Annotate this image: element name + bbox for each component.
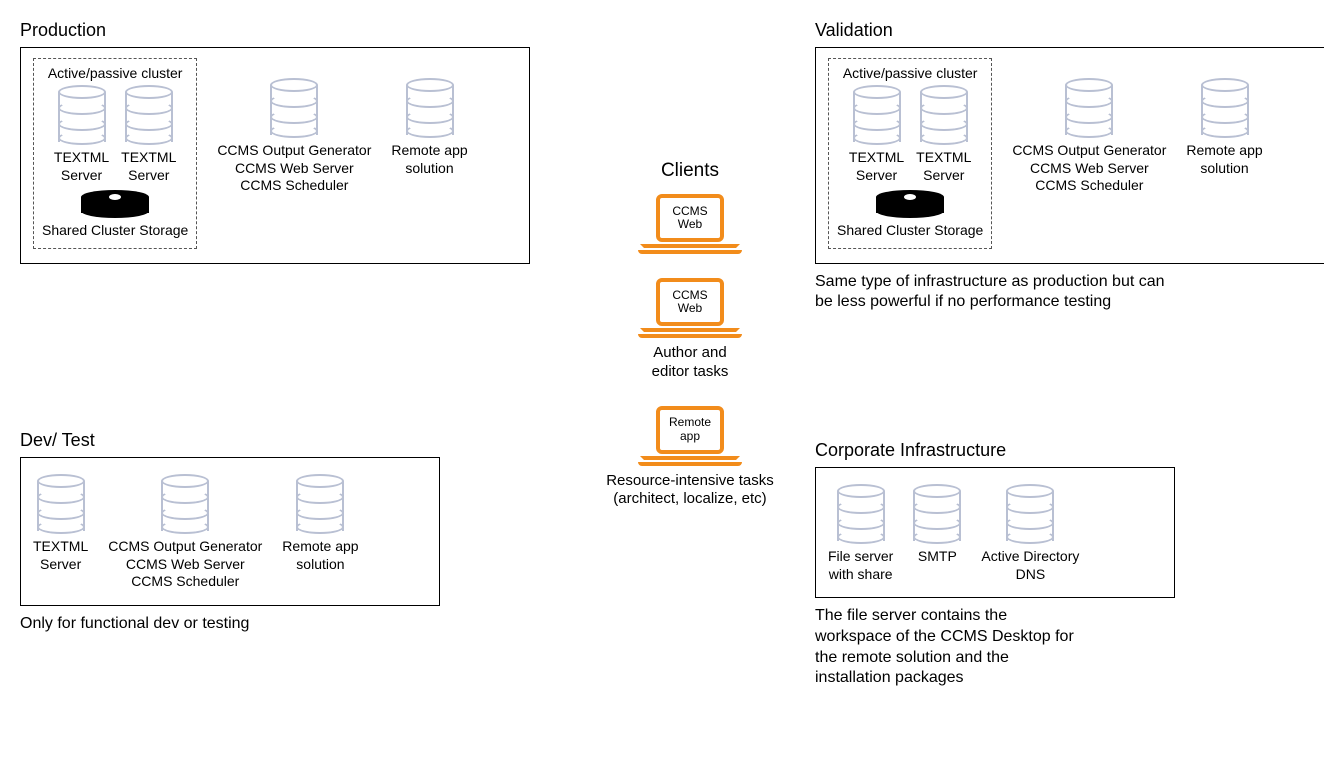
disk-storage-icon <box>81 190 149 218</box>
client-remote-app: Remote app Resource-intensive tasks (arc… <box>580 406 800 510</box>
production-section: Production Active/passive cluster TEXTML… <box>20 20 530 264</box>
production-shared-storage-label: Shared Cluster Storage <box>42 222 188 240</box>
devtest-box: TEXTML Server CCMS Output Generator CCMS… <box>20 457 440 606</box>
production-ccms-label: CCMS Output Generator CCMS Web Server CC… <box>217 142 371 195</box>
production-textml-1: TEXTML Server <box>54 85 109 184</box>
devtest-remote-app: Remote app solution <box>282 474 358 573</box>
validation-ccms-stack: CCMS Output Generator CCMS Web Server CC… <box>1012 78 1166 195</box>
validation-cluster-title: Active/passive cluster <box>837 65 983 81</box>
database-icon <box>1065 78 1113 138</box>
corporate-file-server-label: File server with share <box>828 548 893 583</box>
validation-box: Active/passive cluster TEXTML Server TEX… <box>815 47 1324 264</box>
production-box: Active/passive cluster TEXTML Server TEX… <box>20 47 530 264</box>
database-icon <box>853 85 901 145</box>
validation-caption: Same type of infrastructure as productio… <box>815 272 1324 314</box>
client-ccms-web-2-label: CCMS Web <box>656 278 724 326</box>
database-icon <box>1006 484 1054 544</box>
devtest-title: Dev/ Test <box>20 430 440 451</box>
database-icon <box>270 78 318 138</box>
devtest-ccms-stack: CCMS Output Generator CCMS Web Server CC… <box>108 474 262 591</box>
devtest-caption: Only for functional dev or testing <box>20 614 440 635</box>
corporate-ad-dns: Active Directory DNS <box>981 484 1079 583</box>
production-ccms-stack: CCMS Output Generator CCMS Web Server CC… <box>217 78 371 195</box>
validation-remote-app-label: Remote app solution <box>1186 142 1262 177</box>
corporate-caption: The file server contains the workspace o… <box>815 606 1175 689</box>
client-ccms-web-1-label: CCMS Web <box>656 194 724 242</box>
production-remote-app: Remote app solution <box>391 78 467 177</box>
database-icon <box>37 474 85 534</box>
devtest-textml-label: TEXTML Server <box>33 538 88 573</box>
disk-storage-icon <box>876 190 944 218</box>
database-icon <box>837 484 885 544</box>
client-ccms-web-2: CCMS Web Author and editor tasks <box>580 278 800 382</box>
database-icon <box>125 85 173 145</box>
validation-textml-2: TEXTML Server <box>916 85 971 184</box>
database-icon <box>406 78 454 138</box>
validation-cluster: Active/passive cluster TEXTML Server TEX… <box>828 58 992 249</box>
corporate-file-server: File server with share <box>828 484 893 583</box>
database-icon <box>58 85 106 145</box>
devtest-remote-app-label: Remote app solution <box>282 538 358 573</box>
client-remote-app-label: Remote app <box>656 406 724 454</box>
laptop-icon: CCMS Web <box>640 278 740 338</box>
production-cluster: Active/passive cluster TEXTML Server TEX… <box>33 58 197 249</box>
devtest-ccms-label: CCMS Output Generator CCMS Web Server CC… <box>108 538 262 591</box>
production-textml-1-label: TEXTML Server <box>54 149 109 184</box>
production-remote-app-label: Remote app solution <box>391 142 467 177</box>
validation-textml-2-label: TEXTML Server <box>916 149 971 184</box>
corporate-box: File server with share SMTP Active Direc… <box>815 467 1175 598</box>
database-icon <box>296 474 344 534</box>
validation-section: Validation Active/passive cluster TEXTML… <box>815 20 1324 313</box>
client-remote-app-caption: Resource-intensive tasks (architect, loc… <box>606 472 774 510</box>
validation-shared-storage-label: Shared Cluster Storage <box>837 222 983 240</box>
clients-section: Clients CCMS Web CCMS Web Author and edi… <box>580 160 800 533</box>
production-title: Production <box>20 20 530 41</box>
database-icon <box>1201 78 1249 138</box>
client-ccms-web-2-caption: Author and editor tasks <box>652 344 729 382</box>
validation-ccms-label: CCMS Output Generator CCMS Web Server CC… <box>1012 142 1166 195</box>
laptop-icon: Remote app <box>640 406 740 466</box>
client-ccms-web-1: CCMS Web <box>580 194 800 254</box>
clients-title: Clients <box>580 160 800 182</box>
corporate-ad-dns-label: Active Directory DNS <box>981 548 1079 583</box>
devtest-textml: TEXTML Server <box>33 474 88 573</box>
validation-textml-1: TEXTML Server <box>849 85 904 184</box>
production-textml-2-label: TEXTML Server <box>121 149 176 184</box>
database-icon <box>161 474 209 534</box>
validation-title: Validation <box>815 20 1324 41</box>
laptop-icon: CCMS Web <box>640 194 740 254</box>
devtest-section: Dev/ Test TEXTML Server CCMS Output Gene… <box>20 430 440 634</box>
production-cluster-title: Active/passive cluster <box>42 65 188 81</box>
corporate-smtp: SMTP <box>913 484 961 566</box>
database-icon <box>913 484 961 544</box>
validation-remote-app: Remote app solution <box>1186 78 1262 177</box>
corporate-smtp-label: SMTP <box>918 548 957 566</box>
corporate-title: Corporate Infrastructure <box>815 440 1175 461</box>
corporate-section: Corporate Infrastructure File server wit… <box>815 440 1175 689</box>
database-icon <box>920 85 968 145</box>
validation-textml-1-label: TEXTML Server <box>849 149 904 184</box>
production-textml-2: TEXTML Server <box>121 85 176 184</box>
